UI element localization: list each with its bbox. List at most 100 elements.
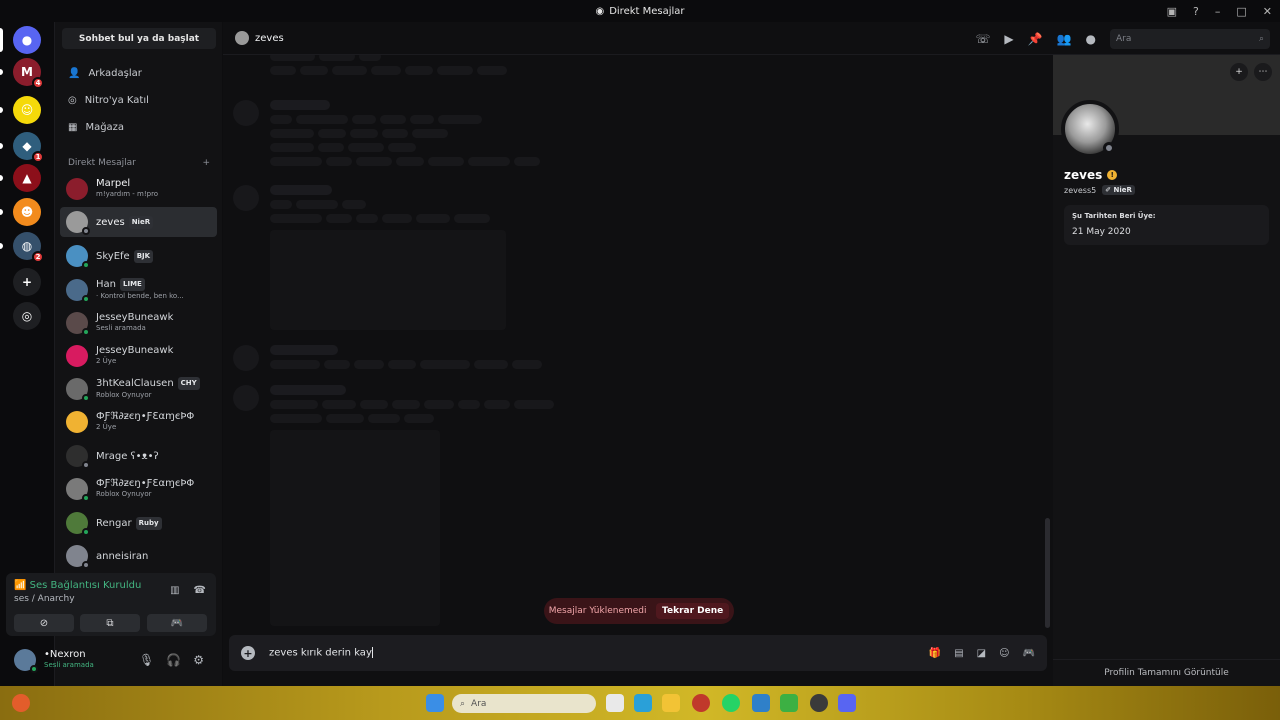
disconnect-icon[interactable]: ☎ — [194, 585, 206, 596]
guild-server-dark[interactable]: ◍ 2 — [13, 232, 44, 263]
mention-badge: 2 — [32, 251, 44, 263]
dm-item[interactable]: 3htKealClausen CHY Roblox Oynuyor — [60, 374, 217, 404]
skeleton-line — [270, 129, 314, 138]
guild-server-orange[interactable]: ☻ — [13, 198, 41, 226]
profile-display-name: zeves ! — [1064, 168, 1118, 182]
dm-item[interactable]: JesseyBuneawk 2 Üye — [60, 341, 217, 371]
voice-call-icon[interactable]: ☏ — [975, 32, 990, 46]
guild-explore[interactable]: ◎ — [13, 302, 41, 330]
edge-icon[interactable] — [634, 694, 652, 712]
find-conversation-button[interactable]: Sohbet bul ya da başlat — [62, 28, 216, 49]
avatar — [66, 178, 88, 200]
guild-server-blue[interactable]: ◆ 1 — [13, 132, 44, 163]
chat-scrollbar[interactable] — [1045, 518, 1050, 628]
recipient-name[interactable]: zeves — [255, 33, 284, 44]
close-button[interactable]: ✕ — [1263, 5, 1272, 18]
view-full-profile-link[interactable]: Profilin Tamamını Görüntüle — [1053, 659, 1280, 686]
maximize-button[interactable]: □ — [1236, 5, 1246, 18]
dm-item[interactable]: Marpel m!yardım - m!pro — [60, 174, 217, 204]
voice-channel[interactable]: ses / Anarchy — [14, 594, 75, 604]
headphones-icon[interactable]: 🎧 — [166, 653, 181, 667]
dm-item[interactable]: SkyEfe BJK — [60, 241, 217, 271]
file-explorer-icon[interactable] — [662, 694, 680, 712]
skeleton-line — [270, 115, 292, 124]
nav-nitro[interactable]: ◎ Nitro'ya Katıl — [63, 89, 215, 111]
pinned-messages-icon[interactable]: 📌 — [1028, 32, 1043, 46]
guild-server-smiley[interactable]: ☺ — [13, 96, 41, 124]
microphone-icon[interactable]: 🎙 — [139, 653, 154, 667]
search-input[interactable]: Ara ⌕ — [1110, 28, 1270, 49]
sticker-icon[interactable]: ◪ — [977, 648, 986, 659]
avatar — [66, 512, 90, 536]
profile-server-tag[interactable]: ✐ NieR — [1102, 185, 1135, 195]
skeleton-line — [270, 360, 320, 369]
skeleton-line — [404, 414, 434, 423]
unread-pill — [0, 107, 3, 113]
skeleton-line — [326, 214, 352, 223]
unread-pill — [0, 175, 3, 181]
message-composer[interactable]: + zeves kırık derin kay 🎁 ▤ ◪ ☺ 🎮 — [229, 635, 1047, 671]
voice-status[interactable]: 📶 Ses Bağlantısı Kuruldu — [14, 580, 141, 591]
skeleton-line — [468, 157, 510, 166]
profile-avatar[interactable] — [1061, 100, 1119, 158]
dm-name: Marpel — [96, 178, 131, 189]
nav-shop[interactable]: ▦ Mağaza — [63, 116, 215, 138]
user-avatar[interactable] — [14, 649, 38, 673]
discord-taskbar-icon[interactable] — [838, 694, 856, 712]
skeleton-line — [382, 214, 412, 223]
task-view-icon[interactable] — [606, 694, 624, 712]
guild-discord-home[interactable]: ● — [13, 26, 41, 54]
dm-item[interactable]: zeves NieR — [60, 207, 217, 237]
guild-add-server[interactable]: + — [13, 268, 41, 296]
app-red-icon[interactable] — [692, 694, 710, 712]
dm-item[interactable]: Han LIME · Kontrol bende, ben ko... — [60, 275, 217, 305]
help-icon[interactable]: ? — [1193, 5, 1199, 18]
dm-item[interactable]: ФƑℜ∂ƶєŋ•ƑƐαɱєÞΦ 2 Üye — [60, 407, 217, 437]
dm-item[interactable]: ФƑℜ∂ƶєŋ•ƑƐαɱєÞΦ Roblox Oynuyor — [60, 474, 217, 504]
warning-icon[interactable]: ! — [1107, 170, 1118, 180]
avatar — [66, 312, 90, 336]
inbox-icon[interactable]: ▣ — [1167, 5, 1177, 18]
create-dm-button[interactable]: + — [202, 158, 210, 168]
nav-friends[interactable]: 👤 Arkadaşlar — [63, 62, 215, 84]
noise-suppression-icon[interactable]: ▥ — [170, 585, 179, 596]
dm-item[interactable]: anneisiran — [60, 541, 217, 571]
minecraft-icon[interactable] — [780, 694, 798, 712]
guild-server-m[interactable]: M4 — [13, 58, 44, 89]
user-profile-icon[interactable]: ● — [1086, 32, 1096, 46]
skeleton-line — [318, 129, 346, 138]
whatsapp-icon[interactable] — [722, 694, 740, 712]
activity-button[interactable]: 🎮 — [147, 614, 207, 632]
dm-item[interactable]: JesseyBuneawk Sesli aramada — [60, 308, 217, 338]
message-input[interactable]: zeves kırık derin kay — [269, 647, 373, 659]
emoji-icon[interactable]: ☺ — [999, 648, 1009, 659]
gift-icon[interactable]: 🎁 — [929, 648, 941, 659]
skeleton-line — [352, 115, 376, 124]
skeleton-line — [296, 200, 338, 209]
settings-gear-icon[interactable]: ⚙ — [193, 653, 204, 667]
more-options-icon[interactable]: ⋯ — [1254, 63, 1272, 81]
video-call-icon[interactable]: ▶ — [1004, 32, 1013, 46]
minimize-button[interactable]: – — [1215, 5, 1221, 18]
screen-share-button[interactable]: ⧉ — [80, 614, 140, 632]
camera-off-icon: ⊘ — [39, 617, 49, 629]
guild-server-red[interactable]: ▲ — [13, 164, 41, 192]
taskbar-search[interactable]: ⌕ Ara — [452, 694, 596, 713]
skeleton-line — [270, 143, 314, 152]
browser-app-icon[interactable] — [12, 694, 30, 712]
dm-item[interactable]: Rengar Ruby — [60, 508, 217, 538]
retry-button[interactable]: Tekrar Dene — [656, 603, 730, 619]
apps-gamepad-icon[interactable]: 🎮 — [1023, 648, 1035, 659]
dm-name: SkyEfe — [96, 250, 130, 262]
start-button[interactable] — [426, 694, 444, 712]
add-friends-icon[interactable]: 👥 — [1057, 32, 1072, 46]
gif-icon[interactable]: ▤ — [954, 648, 963, 659]
mail-icon[interactable] — [752, 694, 770, 712]
add-friend-icon[interactable]: + — [1230, 63, 1248, 81]
voice-connection-panel: 📶 Ses Bağlantısı Kuruldu ses / Anarchy ▥… — [6, 573, 216, 636]
chrome-icon[interactable] — [810, 694, 828, 712]
attach-plus-icon[interactable]: + — [241, 646, 255, 660]
dm-item[interactable]: Mrage ʕ•ᴥ•ʔ — [60, 441, 217, 471]
dm-subtitle: Sesli aramada — [96, 324, 146, 332]
camera-off-button[interactable]: ⊘ — [14, 614, 74, 632]
